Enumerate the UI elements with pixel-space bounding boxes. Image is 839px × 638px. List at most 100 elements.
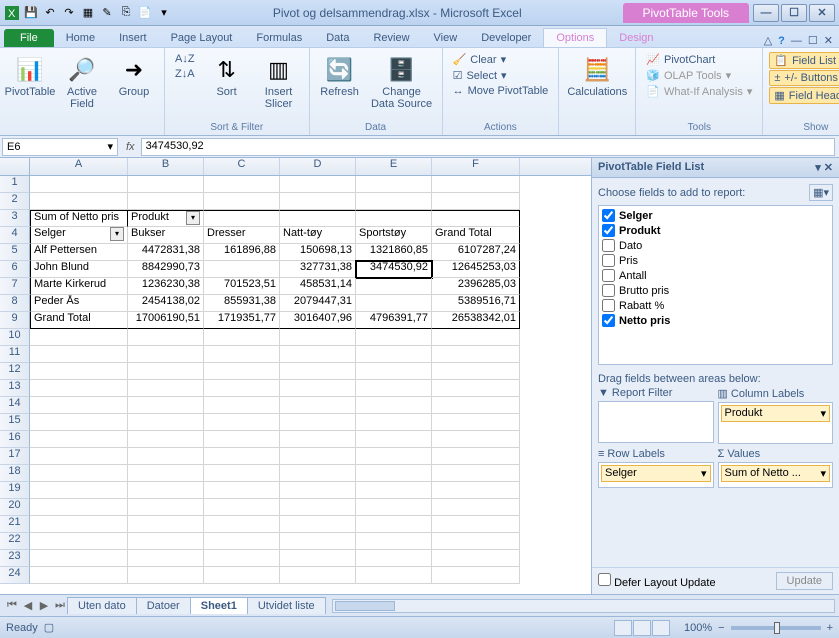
name-box[interactable]: E6▾	[2, 138, 118, 156]
insert-slicer-button[interactable]: ▥Insert Slicer	[255, 52, 303, 112]
filter-dropdown-icon[interactable]: ▾	[110, 227, 124, 241]
row-header[interactable]: 21	[0, 516, 30, 533]
field-list-toggle[interactable]: 📋Field List	[769, 52, 839, 69]
tab-developer[interactable]: Developer	[469, 29, 543, 47]
row-header[interactable]: 9	[0, 312, 30, 329]
cell[interactable]	[128, 346, 204, 363]
qat-dropdown-icon[interactable]: ▾	[156, 5, 172, 21]
normal-view-button[interactable]	[614, 620, 632, 636]
field-headers-toggle[interactable]: ▦Field Headers	[769, 87, 839, 104]
qat-item-icon[interactable]: ✎	[99, 5, 115, 21]
cell[interactable]: John Blund	[30, 261, 128, 278]
macro-record-icon[interactable]: ▢	[44, 621, 54, 634]
row-header[interactable]: 10	[0, 329, 30, 346]
zoom-in-button[interactable]: +	[827, 622, 833, 634]
row-header[interactable]: 3	[0, 210, 30, 227]
cell[interactable]	[204, 448, 280, 465]
col-header[interactable]: B	[128, 158, 204, 175]
tab-nav-last-icon[interactable]: ⏭	[52, 599, 68, 612]
field-chip[interactable]: Selger▾	[601, 465, 711, 482]
pivotchart-button[interactable]: 📈PivotChart	[642, 52, 756, 67]
cell[interactable]: Sum of Netto pris	[30, 210, 128, 227]
cell[interactable]	[30, 380, 128, 397]
cell[interactable]	[432, 567, 520, 584]
sheet-tab[interactable]: Datoer	[136, 597, 191, 614]
field-list-item[interactable]: Rabatt %	[601, 298, 830, 313]
cell[interactable]: 3016407,96	[280, 312, 356, 329]
cell[interactable]	[432, 210, 520, 227]
cell[interactable]	[432, 448, 520, 465]
cell[interactable]: 161896,88	[204, 244, 280, 261]
layout-options-button[interactable]: ▦▾	[809, 184, 833, 201]
cell[interactable]	[356, 499, 432, 516]
cell[interactable]	[128, 465, 204, 482]
cell[interactable]: 1321860,85	[356, 244, 432, 261]
cell[interactable]	[432, 380, 520, 397]
row-header[interactable]: 6	[0, 261, 30, 278]
cell[interactable]	[30, 363, 128, 380]
active-field-button[interactable]: 🔎Active Field	[58, 52, 106, 112]
tab-file[interactable]: File	[4, 29, 54, 47]
cell[interactable]	[432, 499, 520, 516]
formula-input[interactable]: 3474530,92	[141, 138, 835, 156]
cell[interactable]	[30, 414, 128, 431]
cell[interactable]	[204, 567, 280, 584]
cell[interactable]	[280, 414, 356, 431]
field-list[interactable]: SelgerProduktDatoPrisAntallBrutto prisRa…	[598, 205, 833, 365]
maximize-button[interactable]: ☐	[781, 4, 807, 22]
cell[interactable]	[280, 482, 356, 499]
cell[interactable]	[30, 516, 128, 533]
cell[interactable]	[30, 448, 128, 465]
cell[interactable]	[128, 431, 204, 448]
cell[interactable]	[128, 448, 204, 465]
cell[interactable]	[128, 176, 204, 193]
cell[interactable]: Grand Total	[30, 312, 128, 329]
workbook-restore-icon[interactable]: ☐	[808, 34, 818, 47]
row-header[interactable]: 15	[0, 414, 30, 431]
col-header[interactable]: F	[432, 158, 520, 175]
cell[interactable]	[30, 346, 128, 363]
cell[interactable]	[432, 516, 520, 533]
tab-design[interactable]: Design	[607, 29, 665, 47]
cell[interactable]	[204, 397, 280, 414]
cell[interactable]	[128, 397, 204, 414]
cell[interactable]	[432, 193, 520, 210]
cell[interactable]: 12645253,03	[432, 261, 520, 278]
cell[interactable]: 6107287,24	[432, 244, 520, 261]
cell[interactable]	[204, 193, 280, 210]
whatif-button[interactable]: 📄What-If Analysis ▾	[642, 84, 756, 99]
cell[interactable]	[280, 448, 356, 465]
cell[interactable]	[432, 533, 520, 550]
row-header[interactable]: 14	[0, 397, 30, 414]
cell[interactable]	[280, 329, 356, 346]
refresh-button[interactable]: 🔄Refresh	[316, 52, 364, 100]
col-header[interactable]: C	[204, 158, 280, 175]
cell[interactable]: Grand Total	[432, 227, 520, 244]
cell[interactable]	[356, 193, 432, 210]
row-header[interactable]: 16	[0, 431, 30, 448]
olap-tools-button[interactable]: 🧊OLAP Tools ▾	[642, 68, 756, 83]
cell[interactable]	[128, 499, 204, 516]
row-header[interactable]: 13	[0, 380, 30, 397]
cell[interactable]	[280, 210, 356, 227]
cell[interactable]: 2396285,03	[432, 278, 520, 295]
cell[interactable]	[204, 363, 280, 380]
defer-update-checkbox[interactable]: Defer Layout Update	[598, 573, 716, 589]
cell[interactable]	[356, 295, 432, 312]
save-icon[interactable]: 💾	[23, 5, 39, 21]
cell[interactable]	[128, 193, 204, 210]
cell[interactable]	[432, 346, 520, 363]
cell[interactable]: 4796391,77	[356, 312, 432, 329]
sheet-tab-active[interactable]: Sheet1	[190, 597, 248, 614]
cell[interactable]	[30, 193, 128, 210]
cell[interactable]: Marte Kirkerud	[30, 278, 128, 295]
qat-item-icon[interactable]: ▦	[80, 5, 96, 21]
cell[interactable]	[356, 550, 432, 567]
cell[interactable]	[30, 176, 128, 193]
cell[interactable]	[128, 414, 204, 431]
cell[interactable]: 2079447,31	[280, 295, 356, 312]
cell[interactable]	[280, 465, 356, 482]
cell[interactable]	[432, 550, 520, 567]
col-header[interactable]: D	[280, 158, 356, 175]
cell[interactable]	[280, 499, 356, 516]
